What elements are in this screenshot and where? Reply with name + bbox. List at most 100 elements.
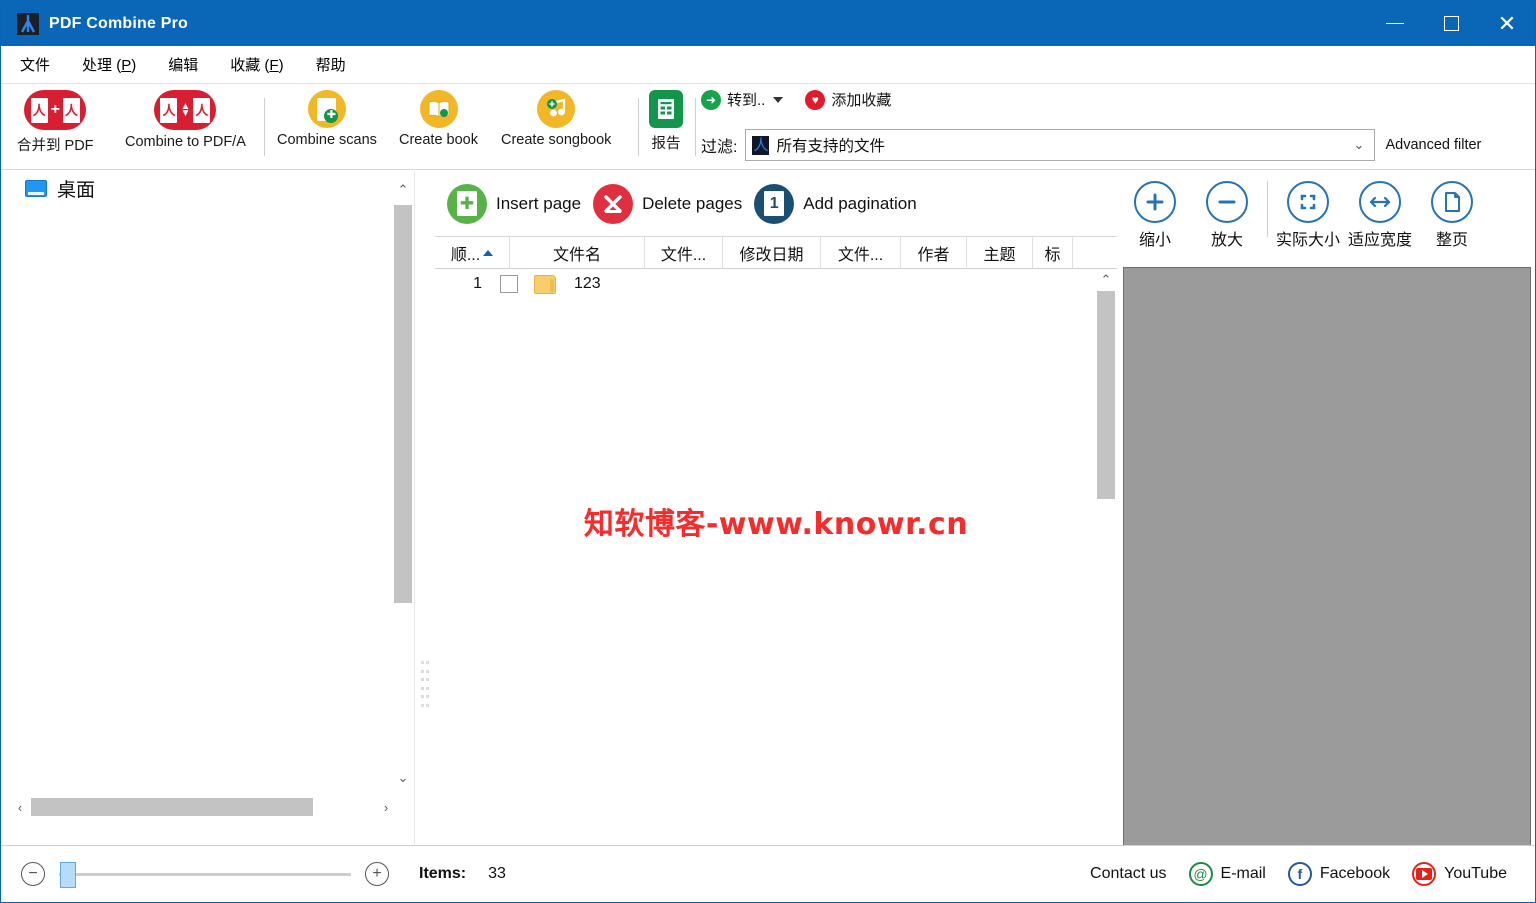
menu-label: 处理 [82,57,113,74]
sort-ascending-icon [483,250,494,256]
menu-label: 帮助 [315,57,346,74]
column-header-filesize[interactable]: 文件... [821,237,901,269]
chevron-down-icon[interactable] [773,96,784,103]
table-row[interactable]: 1 123 [435,269,1117,299]
scroll-left-arrow[interactable]: ‹ [9,795,31,819]
filter-select[interactable]: 所有支持的文件 ⌄ [745,129,1376,161]
add-pagination-button[interactable]: 1 Add pagination [754,183,917,224]
email-icon[interactable]: @ [1188,862,1213,886]
panel-splitter[interactable] [415,171,435,845]
sidebar-horizontal-scrollbar[interactable]: ‹ › [9,795,397,819]
create-book-icon [419,90,458,128]
insert-page-button[interactable]: ✚ Insert page [447,183,581,224]
plus-circle-icon[interactable]: + [365,862,389,886]
advanced-filter-link[interactable]: Advanced filter [1385,137,1481,153]
minimize-button[interactable] [1367,1,1423,46]
combine-scans-button[interactable]: ✚ Combine scans [277,90,377,148]
scroll-up-arrow[interactable]: ⌃ [1095,269,1117,291]
goto-label[interactable]: 转到.. [727,89,765,110]
close-button[interactable]: ✕ [1479,1,1535,46]
minus-circle-icon[interactable]: − [21,862,45,886]
toolbar-label: 报告 [651,136,681,152]
main-toolbar: 人 + 人 合并到 PDF 人 ▲ ▼ 人 Combine to PDF/A ✚ Comb… [1,84,1535,170]
page-actions-toolbar: ✚ Insert page Delete pages 1 Add paginat… [435,171,1117,237]
menu-item-process[interactable]: 处理 (P) [69,50,149,79]
app-window: PDF Combine Pro ✕ 文件 处理 (P) 编辑 收藏 (F) 帮助… [0,0,1536,903]
toolbar-quick-actions: ➜ 转到.. ♥ 添加收藏 [701,89,891,110]
status-bar: − + Items: 33 Contact us @ E-mail f Face… [1,845,1535,902]
toolbar-separator-3 [695,98,696,156]
slider-thumb[interactable] [60,862,76,888]
pdf-app-icon [17,12,39,36]
sidebar-item-desktop[interactable]: 桌面 [3,171,414,206]
report-button[interactable]: 报告 [649,90,683,153]
scroll-thumb[interactable] [1097,291,1115,499]
youtube-link[interactable]: YouTube [1444,865,1507,883]
thumbnail-size-slider[interactable] [59,862,351,888]
youtube-icon[interactable] [1412,862,1437,886]
items-label: Items: [419,865,467,882]
column-header-author[interactable]: 作者 [901,237,967,269]
file-list-body: 1 123 知软博客-www.knowr.cn [435,269,1117,845]
scroll-right-arrow[interactable]: › [375,795,397,819]
actual-size-button[interactable]: 实际大小 [1272,181,1344,250]
combine-to-pdf-button[interactable]: 人 + 人 合并到 PDF [17,90,94,155]
zoom-out-button[interactable]: 缩小 [1119,181,1191,250]
combine-to-pdfa-button[interactable]: 人 ▲ ▼ 人 Combine to PDF/A [125,90,246,150]
pdf-file-icon [752,135,770,155]
zoom-button-label: 放大 [1210,232,1243,249]
create-songbook-button[interactable]: Create songbook [501,90,611,148]
fit-width-button[interactable]: 适应宽度 [1344,181,1416,250]
zoom-out-minus-icon [1206,181,1248,223]
pdf-preview-canvas[interactable] [1123,267,1531,902]
column-header-title[interactable]: 标 [1033,237,1073,269]
menu-item-edit[interactable]: 编辑 [155,50,211,79]
whole-page-button[interactable]: 整页 [1416,181,1488,250]
create-book-button[interactable]: Create book [399,90,478,148]
column-header-moddate[interactable]: 修改日期 [723,237,821,269]
window-title: PDF Combine Pro [49,14,189,32]
zoom-button-label: 整页 [1435,232,1468,249]
filter-row: 过滤: 所有支持的文件 ⌄ Advanced filter [701,129,1481,161]
file-list-vertical-scrollbar[interactable]: ⌃ ⌄ [1095,269,1117,871]
column-header-filename[interactable]: 文件名 [510,237,645,269]
column-header-filetype[interactable]: 文件... [645,237,723,269]
column-label: 顺... [450,247,481,264]
scroll-down-arrow[interactable]: ⌄ [392,767,414,789]
scroll-thumb[interactable] [31,798,313,816]
toolbar-label: Combine to PDF/A [125,134,246,150]
zoom-button-label: 实际大小 [1275,232,1340,249]
facebook-icon[interactable]: f [1287,862,1312,886]
splitter-grip-icon [421,661,429,707]
toolbar-separator-2 [638,98,639,156]
toolbar-label: Create songbook [501,132,612,148]
scroll-thumb[interactable] [394,205,412,603]
facebook-link[interactable]: Facebook [1320,865,1390,883]
chevron-down-icon[interactable]: ⌄ [1354,137,1365,153]
combine-to-pdf-icon: 人 + 人 [24,90,87,130]
divider [1267,181,1268,237]
report-icon [649,90,683,128]
column-header-subject[interactable]: 主题 [967,237,1033,269]
scroll-track[interactable] [31,798,375,816]
insert-page-icon: ✚ [447,183,487,224]
menu-item-help[interactable]: 帮助 [303,50,359,79]
row-checkbox[interactable] [500,275,518,293]
column-header-order[interactable]: 顺... [435,237,510,269]
column-label: 主题 [983,247,1016,264]
menu-label: 编辑 [168,57,199,74]
folder-icon [534,274,556,294]
scroll-up-arrow[interactable]: ⌃ [392,179,414,201]
menu-item-file[interactable]: 文件 [7,50,63,79]
zoom-in-button[interactable]: 放大 [1191,181,1263,250]
title-bar: PDF Combine Pro ✕ [1,1,1535,46]
column-label: 标 [1044,247,1061,264]
create-songbook-icon [537,90,576,128]
email-link[interactable]: E-mail [1221,865,1266,883]
menu-item-favorites[interactable]: 收藏 (F) [217,50,296,79]
toolbar-label: Create book [399,132,478,148]
sidebar-vertical-scrollbar[interactable]: ⌃ ⌄ [392,179,414,789]
maximize-button[interactable] [1423,1,1479,46]
add-favorite-label[interactable]: 添加收藏 [831,89,891,110]
delete-pages-button[interactable]: Delete pages [593,183,742,224]
